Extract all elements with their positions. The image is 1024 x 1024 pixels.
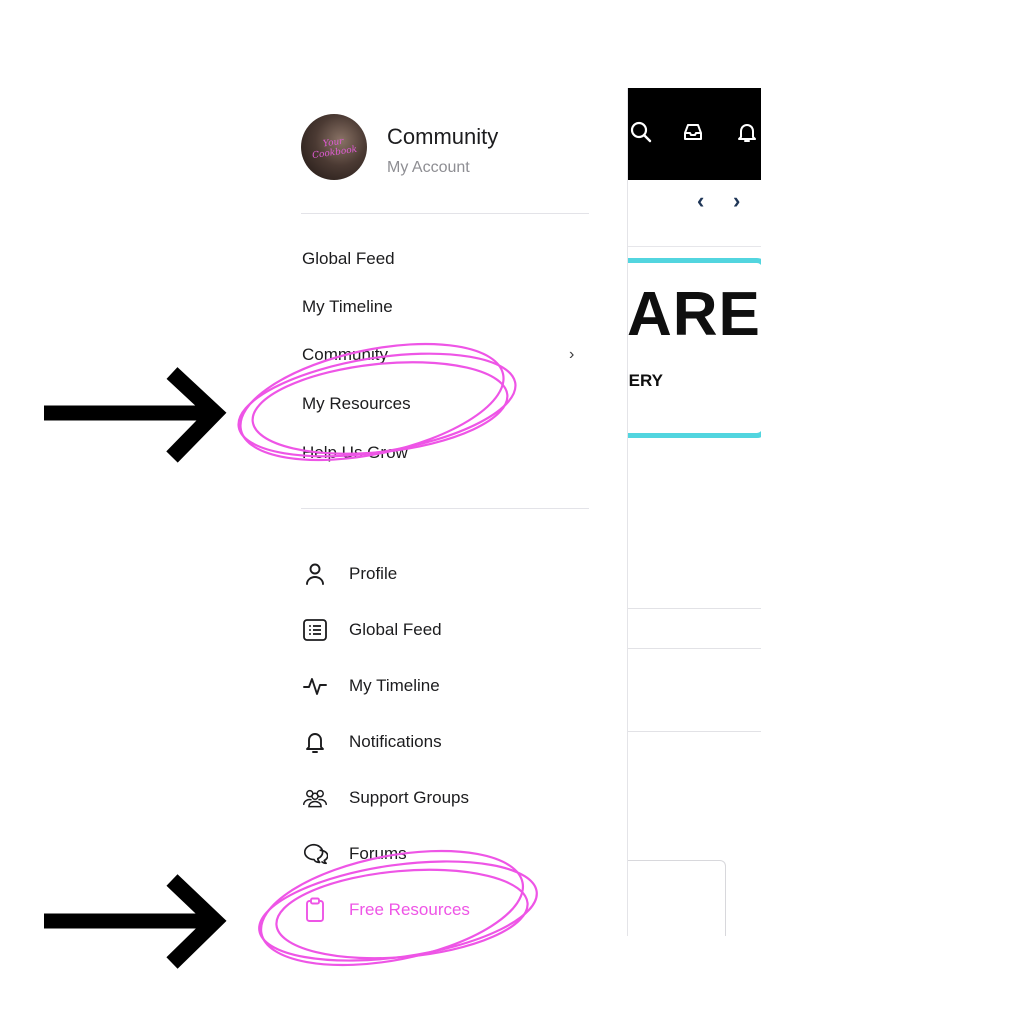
activity-icon	[302, 672, 328, 700]
account-subtitle[interactable]: My Account	[387, 159, 470, 177]
person-icon	[302, 560, 328, 588]
arrow-right-icon	[44, 367, 227, 463]
nav-item-support-groups[interactable]: Support Groups	[302, 784, 602, 812]
avatar-logo-text: Your Cookbook	[311, 136, 358, 162]
side-drawer: Your Cookbook Community My Account Globa…	[273, 88, 628, 936]
group-icon	[302, 784, 328, 812]
nav-item-label: Forums	[349, 844, 407, 863]
bell-icon	[302, 728, 328, 756]
inbox-icon[interactable]	[679, 118, 707, 146]
nav-item-label: Global Feed	[349, 620, 442, 639]
clipboard-icon	[302, 896, 328, 924]
chat-icon	[302, 840, 328, 868]
avatar[interactable]: Your Cookbook	[301, 114, 367, 180]
divider	[301, 213, 589, 214]
nav-item-free-resources[interactable]: Free Resources	[302, 896, 602, 924]
nav-item-global-feed[interactable]: Global Feed	[302, 616, 602, 644]
sub-bar: ‹ ›	[627, 180, 761, 247]
nav-item-label: Notifications	[349, 732, 442, 751]
bell-icon[interactable]	[733, 118, 761, 146]
search-icon[interactable]	[627, 118, 655, 146]
menu-item-global-feed[interactable]: Global Feed	[302, 249, 582, 269]
menu-item-community[interactable]: Community	[302, 345, 582, 365]
nav-item-label: Free Resources	[349, 900, 470, 919]
menu-item-help-us-grow[interactable]: Help Us Grow	[302, 443, 582, 463]
menu-item-my-resources[interactable]: My Resources	[302, 394, 582, 414]
nav-item-label: Profile	[349, 564, 398, 583]
background-app: ‹ › ARE ERY	[627, 88, 761, 936]
nav-item-label: Support Groups	[349, 788, 470, 807]
list-icon	[302, 616, 328, 644]
nav-item-forums[interactable]: Forums	[302, 840, 602, 868]
nav-item-notifications[interactable]: Notifications	[302, 728, 602, 756]
content-card[interactable]	[627, 860, 726, 936]
banner-subtitle: ERY	[628, 371, 663, 390]
account-name: Community	[387, 124, 499, 149]
divider	[627, 731, 761, 732]
divider	[627, 608, 761, 609]
prev-arrow-icon[interactable]: ‹	[697, 188, 704, 214]
chevron-right-icon[interactable]: ›	[569, 346, 574, 364]
nav-item-profile[interactable]: Profile	[302, 560, 602, 588]
next-arrow-icon[interactable]: ›	[733, 188, 740, 214]
nav-item-label: My Timeline	[349, 676, 440, 695]
top-bar	[627, 88, 761, 180]
divider	[627, 648, 761, 649]
nav-item-my-timeline[interactable]: My Timeline	[302, 672, 602, 700]
banner-title: ARE	[627, 280, 761, 349]
arrow-right-icon	[44, 874, 227, 969]
menu-item-my-timeline[interactable]: My Timeline	[302, 297, 582, 317]
divider	[301, 508, 589, 509]
